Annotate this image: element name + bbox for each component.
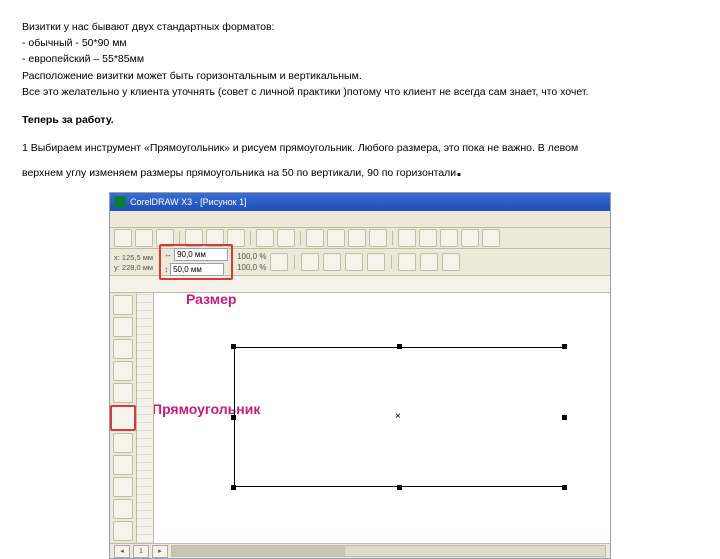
rectangle-tool-highlight[interactable]: [110, 405, 136, 431]
zoom-tool[interactable]: [113, 361, 133, 381]
width-field[interactable]: [174, 248, 228, 261]
toolbar-button[interactable]: [277, 229, 295, 247]
lock-ratio-button[interactable]: [270, 253, 288, 271]
toolbar-button[interactable]: [461, 229, 479, 247]
toolbar-button[interactable]: [419, 229, 437, 247]
titlebar: CorelDRAW X3 - [Рисунок 1]: [110, 193, 610, 211]
interactive-tool[interactable]: [113, 499, 133, 519]
coreldraw-window: CorelDRAW X3 - [Рисунок 1]: [109, 192, 611, 559]
canvas[interactable]: → Размер Прямоугольник ×: [154, 293, 610, 543]
toolbar-button[interactable]: [306, 229, 324, 247]
work-heading: Теперь за работу.: [22, 113, 698, 127]
step-1-line-b: верхнем углу изменяем размеры прямоуголь…: [22, 157, 698, 184]
toolbar-button[interactable]: [482, 229, 500, 247]
toolbar-button[interactable]: [348, 229, 366, 247]
eyedropper-tool[interactable]: [113, 521, 133, 541]
toolbar-button[interactable]: [256, 229, 274, 247]
vertical-ruler: [137, 293, 154, 543]
size-annotation: Размер: [186, 293, 236, 307]
toolbar-button[interactable]: [135, 229, 153, 247]
polygon-tool[interactable]: [113, 455, 133, 475]
prop-button[interactable]: [323, 253, 341, 271]
screenshot-figure: CorelDRAW X3 - [Рисунок 1]: [22, 192, 698, 559]
property-bar: x: 125,5 мм y: 228,0 мм ↔ ↕ 100,0 % 100: [110, 249, 610, 276]
app-icon: [114, 196, 126, 208]
object-position: x: 125,5 мм y: 228,0 мм: [114, 253, 153, 272]
object-size-highlight: ↔ ↕: [159, 244, 233, 280]
drawn-rectangle[interactable]: ×: [234, 347, 564, 487]
intro-line-5: Все это желательно у клиента уточнять (с…: [22, 85, 698, 99]
page-prev-button[interactable]: ◂: [114, 545, 130, 558]
pick-tool[interactable]: [113, 295, 133, 315]
menubar: [110, 211, 610, 228]
toolbar-button[interactable]: [398, 229, 416, 247]
horizontal-scrollbar[interactable]: [171, 545, 606, 557]
intro-line-1: Визитки у нас бывают двух стандартных фо…: [22, 20, 698, 34]
width-icon: ↔: [164, 250, 172, 259]
prop-button[interactable]: [301, 253, 319, 271]
menu-item[interactable]: [116, 214, 118, 224]
toolbar-button[interactable]: [114, 229, 132, 247]
crop-tool[interactable]: [113, 339, 133, 359]
step-1-line-a: 1 Выбираем инструмент «Прямоугольник» и …: [22, 141, 698, 155]
toolbox: [110, 293, 137, 543]
height-icon: ↕: [164, 265, 168, 274]
prop-button[interactable]: [345, 253, 363, 271]
intro-line-2: - обычный - 50*90 мм: [22, 36, 698, 50]
prop-button[interactable]: [367, 253, 385, 271]
page-next-button[interactable]: ▸: [152, 545, 168, 558]
page-navigator: ◂ 1 ▸: [110, 543, 610, 558]
ellipse-tool[interactable]: [113, 433, 133, 453]
prop-button[interactable]: [442, 253, 460, 271]
toolbar-button[interactable]: [440, 229, 458, 247]
freehand-tool[interactable]: [113, 383, 133, 403]
prop-button[interactable]: [420, 253, 438, 271]
prop-button[interactable]: [398, 253, 416, 271]
intro-line-3: - европейский – 55*85мм: [22, 52, 698, 66]
height-field[interactable]: [170, 263, 224, 276]
page-number[interactable]: 1: [133, 545, 149, 558]
intro-line-4: Расположение визитки может быть горизонт…: [22, 69, 698, 83]
toolbar-button[interactable]: [327, 229, 345, 247]
text-tool[interactable]: [113, 477, 133, 497]
scale-percent: 100,0 % 100,0 %: [237, 252, 266, 272]
window-title: CorelDRAW X3 - [Рисунок 1]: [130, 197, 247, 207]
toolbar-button[interactable]: [369, 229, 387, 247]
shape-tool[interactable]: [113, 317, 133, 337]
